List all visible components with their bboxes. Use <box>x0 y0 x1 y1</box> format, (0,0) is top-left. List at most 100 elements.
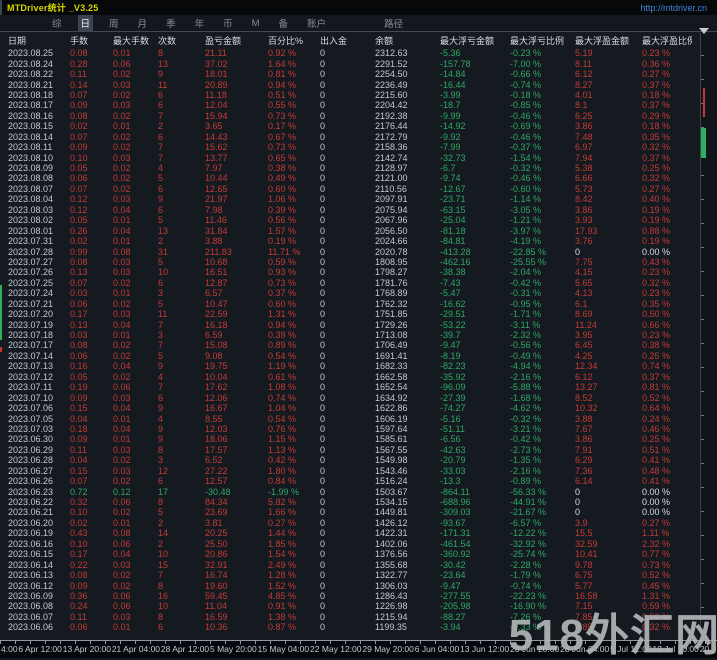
menu-item-7[interactable]: M <box>249 17 263 30</box>
table-row[interactable]: 2023.06.190.430.081420.251.44 %01422.31-… <box>0 528 700 538</box>
table-row[interactable]: 2023.07.240.030.0136.570.37 %01768.89-5.… <box>0 288 700 298</box>
menu-item-8[interactable]: 备 <box>276 15 292 31</box>
column-header-date: 日期 <box>0 36 70 46</box>
table-row[interactable]: 2023.08.240.280.061337.021.64 %02291.52-… <box>0 58 700 68</box>
cell-lots: 0.72 <box>70 487 113 497</box>
table-row[interactable]: 2023.08.180.070.02611.180.51 %02215.60-3… <box>0 90 700 100</box>
cell-percent: 1.66 % <box>268 507 320 517</box>
table-row[interactable]: 2023.07.260.130.031016.510.93 %01798.27-… <box>0 267 700 277</box>
cell-max-float-loss: -84.81 <box>440 236 510 246</box>
cell-balance: 1322.77 <box>375 570 440 580</box>
table-row[interactable]: 2023.07.110.190.06717.621.08 %01652.54-9… <box>0 382 700 392</box>
table-row[interactable]: 2023.07.310.020.0123.880.19 %02024.66-84… <box>0 236 700 246</box>
table-row[interactable]: 2023.06.300.090.01918.061.15 %01585.61-6… <box>0 434 700 444</box>
table-row[interactable]: 2023.08.070.070.02612.650.60 %02110.56-1… <box>0 184 700 194</box>
table-row[interactable]: 2023.06.160.100.06225.501.85 %01402.06-4… <box>0 539 700 549</box>
table-row[interactable]: 2023.07.270.080.03510.680.59 %01808.95-4… <box>0 257 700 267</box>
table-row[interactable]: 2023.08.210.140.031120.890.94 %02236.49-… <box>0 79 700 89</box>
menu-item-4[interactable]: 季 <box>163 15 179 31</box>
table-row[interactable]: 2023.06.210.100.02523.691.66 %01449.81-3… <box>0 507 700 517</box>
chevron-down-icon[interactable] <box>699 28 709 34</box>
menu-item-1[interactable]: 日 <box>78 15 94 31</box>
table-row[interactable]: 2023.08.170.090.03612.040.55 %02204.42-1… <box>0 100 700 110</box>
table-row[interactable]: 2023.08.250.080.01821.110.92 %02312.63-5… <box>0 48 700 58</box>
table-row[interactable]: 2023.07.200.170.031122.591.31 %01751.85-… <box>0 309 700 319</box>
table-row[interactable]: 2023.07.050.040.0148.550.54 %01606.19-5.… <box>0 413 700 423</box>
cell-deposit: 0 <box>320 476 375 486</box>
cell-count: 4 <box>158 163 205 173</box>
table-row[interactable]: 2023.07.250.070.02612.870.73 %01781.76-7… <box>0 278 700 288</box>
cell-max-lots: 0.01 <box>113 215 158 225</box>
time-axis[interactable]: 4:006 Apr 12:0013 Apr 20:0021 Apr 04:002… <box>0 640 717 658</box>
chart-candle-red <box>703 88 705 117</box>
table-row[interactable]: 2023.06.130.080.02716.741.28 %01322.77-2… <box>0 570 700 580</box>
cell-max-float-loss-pct: -0.42 % <box>510 434 575 444</box>
table-row[interactable]: 2023.07.180.030.0136.590.39 %01713.08-39… <box>0 330 700 340</box>
table-row[interactable]: 2023.08.020.050.01511.460.56 %02067.96-2… <box>0 215 700 225</box>
table-row[interactable]: 2023.08.080.060.02510.440.49 %02121.00-9… <box>0 173 700 183</box>
cell-max-float-profit-pct: 0.81 % <box>642 382 692 392</box>
table-row[interactable]: 2023.07.140.060.0259.080.54 %01691.41-8.… <box>0 351 700 361</box>
menu-item-3[interactable]: 月 <box>135 15 151 31</box>
website-link[interactable]: http://mtdriver.cn <box>640 3 717 13</box>
table-row[interactable]: 2023.08.030.120.0467.980.39 %02075.94-63… <box>0 205 700 215</box>
table-row[interactable]: 2023.06.090.360.061659.454.85 %01286.43-… <box>0 591 700 601</box>
table-row[interactable]: 2023.06.270.150.031227.221.80 %01543.46-… <box>0 466 700 476</box>
table-row[interactable]: 2023.08.140.070.02614.430.67 %02172.79-9… <box>0 132 700 142</box>
table-row[interactable]: 2023.07.130.160.04919.751.19 %01682.33-8… <box>0 361 700 371</box>
table-row[interactable]: 2023.06.220.320.06884.345.82 %01534.15-6… <box>0 497 700 507</box>
menu-item-9[interactable]: 账户 <box>304 15 329 31</box>
cell-max-lots: 0.03 <box>113 153 158 163</box>
cell-date: 2023.06.12 <box>0 581 70 591</box>
menu-item-path[interactable]: 路径 <box>381 15 406 31</box>
cell-max-float-profit: 4.13 <box>575 288 642 298</box>
cell-pl-amount: 18.01 <box>205 69 268 79</box>
cell-max-lots: 0.02 <box>113 69 158 79</box>
menu-item-0[interactable]: 综 <box>49 15 65 31</box>
table-row[interactable]: 2023.06.120.090.02819.601.52 %01306.03-9… <box>0 580 700 590</box>
table-row[interactable]: 2023.06.080.240.061011.040.91 %01226.98-… <box>0 601 700 611</box>
table-row[interactable]: 2023.06.150.170.041020.861.54 %01376.56-… <box>0 549 700 559</box>
table-row[interactable]: 2023.07.210.060.02510.470.60 %01762.32-1… <box>0 299 700 309</box>
cell-lots: 0.17 <box>70 309 113 319</box>
table-row[interactable]: 2023.08.220.110.02918.010.81 %02254.50-1… <box>0 69 700 79</box>
cell-lots: 0.13 <box>70 320 113 330</box>
cell-pl-amount: 6.59 <box>205 330 268 340</box>
table-row[interactable]: 2023.08.010.260.041331.841.57 %02056.50-… <box>0 225 700 235</box>
table-row[interactable]: 2023.06.140.220.031532.912.49 %01355.68-… <box>0 559 700 569</box>
table-row[interactable]: 2023.06.200.020.0123.810.27 %01426.12-93… <box>0 518 700 528</box>
table-row[interactable]: 2023.07.120.050.02410.040.61 %01662.58-3… <box>0 372 700 382</box>
cell-deposit: 0 <box>320 226 375 236</box>
table-row[interactable]: 2023.08.110.090.02715.620.73 %02158.36-7… <box>0 142 700 152</box>
table-row[interactable]: 2023.07.280.990.0831211.8311.71 %02020.7… <box>0 246 700 256</box>
menu-item-2[interactable]: 周 <box>106 15 122 31</box>
table-row[interactable]: 2023.06.230.720.1217-30.48-1.99 %01503.6… <box>0 486 700 496</box>
table-row[interactable]: 2023.07.170.080.02715.080.89 %01706.49-9… <box>0 340 700 350</box>
cell-max-lots: 0.03 <box>113 309 158 319</box>
cell-max-float-profit: 15.5 <box>575 528 642 538</box>
menu-item-6[interactable]: 币 <box>220 15 236 31</box>
cell-max-float-profit-pct: 0.40 % <box>642 194 692 204</box>
cell-max-float-loss: -82.23 <box>440 361 510 371</box>
table-row[interactable]: 2023.07.030.180.04912.030.76 %01597.64-5… <box>0 424 700 434</box>
table-row[interactable]: 2023.07.060.150.04916.671.04 %01622.86-7… <box>0 403 700 413</box>
table-row[interactable]: 2023.06.070.110.03816.591.38 %01215.94-8… <box>0 612 700 622</box>
table-row[interactable]: 2023.06.260.070.02612.570.84 %01516.24-1… <box>0 476 700 486</box>
cell-percent: 0.51 % <box>268 90 320 100</box>
menu-item-5[interactable]: 年 <box>192 15 208 31</box>
cell-count: 16 <box>158 591 205 601</box>
table-row[interactable]: 2023.07.100.090.03612.060.74 %01634.92-2… <box>0 392 700 402</box>
table-row[interactable]: 2023.06.280.040.0236.520.42 %01549.98-20… <box>0 455 700 465</box>
table-row[interactable]: 2023.08.100.100.03713.770.65 %02142.74-3… <box>0 152 700 162</box>
table-row[interactable]: 2023.06.060.060.01610.360.87 %01199.35-3… <box>0 622 700 632</box>
table-row[interactable]: 2023.06.290.110.03817.571.13 %01567.55-4… <box>0 445 700 455</box>
table-row[interactable]: 2023.08.160.080.02715.940.73 %02192.38-9… <box>0 111 700 121</box>
cell-max-float-profit: 8.69 <box>575 309 642 319</box>
table-row[interactable]: 2023.07.190.130.04716.180.94 %01729.26-5… <box>0 319 700 329</box>
cell-deposit: 0 <box>320 518 375 528</box>
cell-pl-amount: 6.52 <box>205 455 268 465</box>
table-row[interactable]: 2023.08.040.120.03921.971.06 %02097.91-2… <box>0 194 700 204</box>
table-row[interactable]: 2023.08.090.050.0247.970.38 %02128.97-6.… <box>0 163 700 173</box>
table-row[interactable]: 2023.08.150.020.0123.650.17 %02176.44-14… <box>0 121 700 131</box>
cell-date: 2023.08.18 <box>0 90 70 100</box>
